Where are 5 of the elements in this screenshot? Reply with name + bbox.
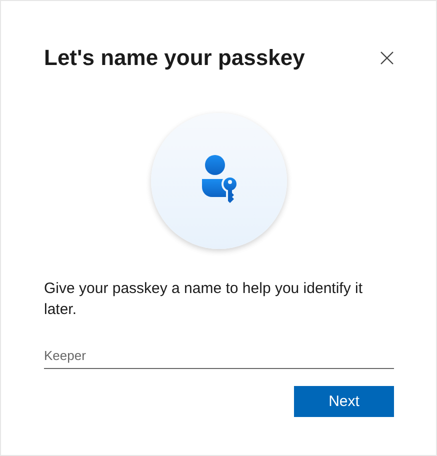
dialog-title: Let's name your passkey bbox=[44, 45, 305, 71]
close-icon bbox=[380, 51, 394, 65]
description-text: Give your passkey a name to help you identify it later. bbox=[44, 279, 364, 320]
close-button[interactable] bbox=[378, 49, 396, 67]
next-button[interactable]: Next bbox=[294, 386, 394, 417]
